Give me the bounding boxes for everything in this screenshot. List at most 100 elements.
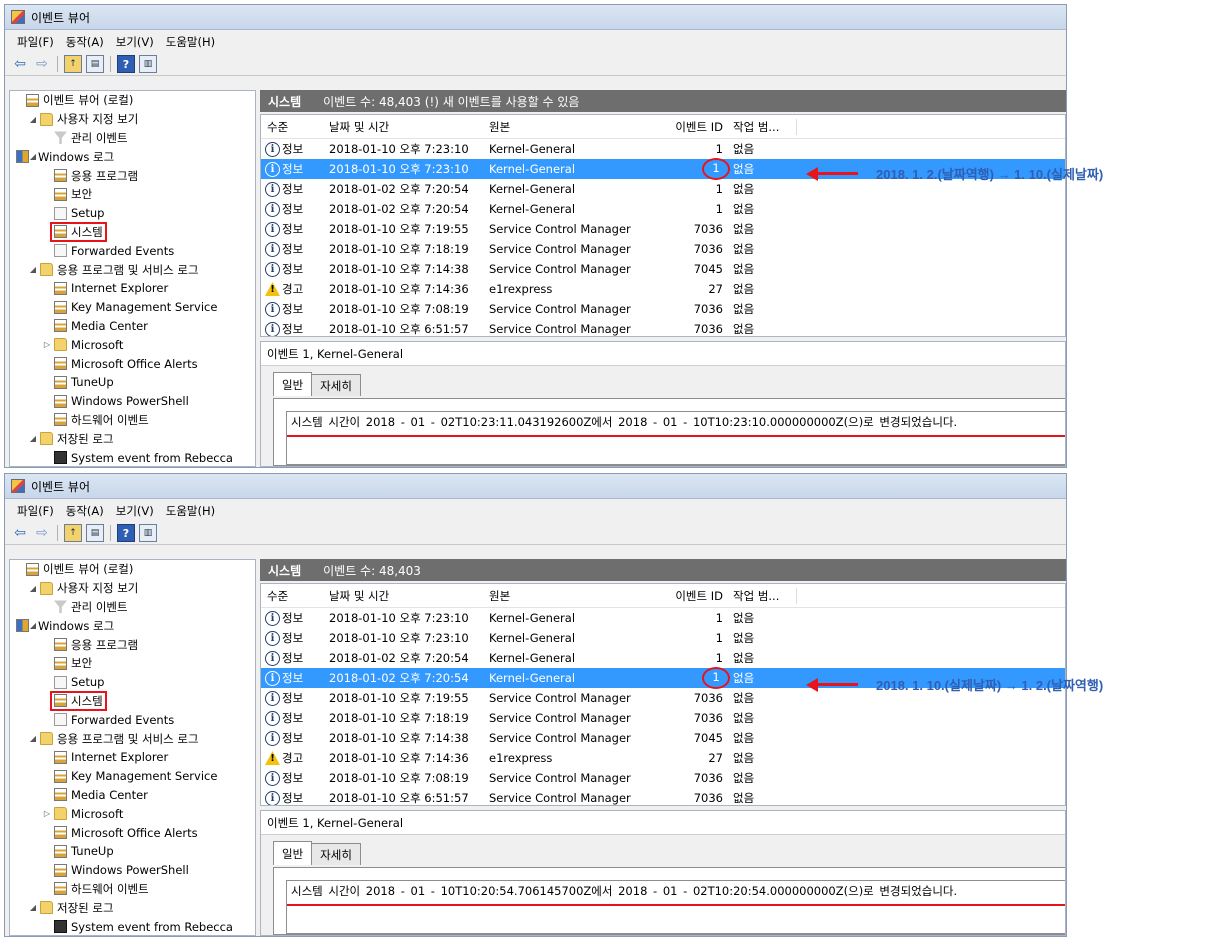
menu-help[interactable]: 도움말(H) (160, 503, 221, 519)
message-box[interactable]: 시스템 시간이 2018 - 01 - 10T10:20:54.70614570… (286, 880, 1065, 934)
tab-general[interactable]: 일반 (273, 841, 313, 865)
tree-item[interactable]: Internet Explorer (10, 748, 255, 767)
tree-item[interactable]: TuneUp (10, 842, 255, 861)
show-hide-action-pane-icon[interactable]: ▥ (139, 524, 157, 542)
event-row[interactable]: i 정보 2018-01-10 오후 6:51:57 Service Control … (261, 788, 1065, 805)
tree-item[interactable]: 이벤트 뷰어 (로컬) (10, 91, 255, 110)
menu-view[interactable]: 보기(V) (110, 34, 160, 50)
tree-item[interactable]: Media Center (10, 786, 255, 805)
show-hide-tree-icon[interactable]: ▤ (86, 524, 104, 542)
tree-item[interactable]: 보안 (10, 185, 255, 204)
tree-item[interactable]: Windows PowerShell (10, 861, 255, 880)
column-header-date[interactable]: 날짜 및 시간 (329, 588, 489, 604)
tree-item[interactable]: 이벤트 뷰어 (로컬) (10, 560, 255, 579)
column-header-level[interactable]: 수준 (261, 119, 329, 135)
tree-item[interactable]: Microsoft Office Alerts (10, 823, 255, 842)
back-arrow-icon[interactable]: ⇦ (11, 524, 29, 542)
message-box[interactable]: 시스템 시간이 2018 - 01 - 02T10:23:11.04319260… (286, 411, 1065, 465)
tree-item[interactable]: Forwarded Events (10, 710, 255, 729)
expand-arrow-icon[interactable]: ◢ (28, 584, 38, 593)
event-row[interactable]: i 정보 2018-01-02 오후 7:20:54 Kernel-General 1 없… (261, 199, 1065, 219)
event-row[interactable]: i 정보 2018-01-10 오후 7:18:19 Service Control … (261, 239, 1065, 259)
expand-arrow-icon[interactable]: ◢ (28, 434, 38, 443)
tree-item[interactable]: ◢ 사용자 지정 보기 (10, 110, 255, 129)
column-header-event-id[interactable]: 이벤트 ID (639, 588, 729, 604)
tree-item[interactable]: ▷ Microsoft (10, 335, 255, 354)
tree-item[interactable]: ◢ 응용 프로그램 및 서비스 로그 (10, 729, 255, 748)
tree-item[interactable]: 보안 (10, 654, 255, 673)
tree-item[interactable]: TuneUp (10, 373, 255, 392)
help-icon[interactable]: ? (117, 55, 135, 73)
tree-item[interactable]: 하드웨어 이벤트 (10, 411, 255, 430)
expand-arrow-icon[interactable]: ◢ (28, 621, 38, 630)
event-row[interactable]: i 정보 2018-01-10 오후 7:23:10 Kernel-General 1 없… (261, 628, 1065, 648)
tree-item[interactable]: 응용 프로그램 (10, 635, 255, 654)
menu-view[interactable]: 보기(V) (110, 503, 160, 519)
show-hide-action-pane-icon[interactable]: ▥ (139, 55, 157, 73)
expand-arrow-icon[interactable]: ◢ (28, 903, 38, 912)
column-header-task[interactable]: 작업 범... (729, 118, 797, 135)
tree-item[interactable]: System event from Rebecca (10, 448, 255, 466)
tree-item[interactable]: System event from Rebecca (10, 917, 255, 935)
event-row[interactable]: i 정보 2018-01-10 오후 7:19:55 Service Control … (261, 219, 1065, 239)
event-row[interactable]: i 정보 2018-01-10 오후 7:14:38 Service Control … (261, 728, 1065, 748)
tree-item[interactable]: ◢ 응용 프로그램 및 서비스 로그 (10, 260, 255, 279)
tree-item[interactable]: Media Center (10, 317, 255, 336)
column-header-date[interactable]: 날짜 및 시간 (329, 119, 489, 135)
tree-item[interactable]: 하드웨어 이벤트 (10, 880, 255, 899)
tree-item[interactable]: Windows PowerShell (10, 392, 255, 411)
tree-item[interactable]: Forwarded Events (10, 241, 255, 260)
event-row[interactable]: i 정보 2018-01-10 오후 7:23:10 Kernel-General 1 없… (261, 139, 1065, 159)
expand-arrow-icon[interactable]: ▷ (42, 809, 52, 818)
menu-file[interactable]: 파일(F) (11, 503, 60, 519)
column-header-source[interactable]: 원본 (489, 588, 639, 604)
event-row[interactable]: i 정보 2018-01-10 오후 7:23:10 Kernel-General 1 없… (261, 608, 1065, 628)
menu-file[interactable]: 파일(F) (11, 34, 60, 50)
tree-item[interactable]: Internet Explorer (10, 279, 255, 298)
tree-item[interactable]: ◢ Windows 로그 (10, 616, 255, 635)
expand-arrow-icon[interactable]: ◢ (28, 265, 38, 274)
expand-arrow-icon[interactable]: ◢ (28, 115, 38, 124)
tree-item[interactable]: ◢ 저장된 로그 (10, 429, 255, 448)
tree-item[interactable]: ▷ Microsoft (10, 804, 255, 823)
expand-arrow-icon[interactable]: ▷ (42, 340, 52, 349)
tree-item[interactable]: ◢ Windows 로그 (10, 147, 255, 166)
column-header-task[interactable]: 작업 범... (729, 587, 797, 604)
tree-item[interactable]: 시스템 (10, 221, 255, 242)
menu-action[interactable]: 동작(A) (60, 34, 110, 50)
expand-arrow-icon[interactable]: ◢ (28, 734, 38, 743)
tree-item[interactable]: Microsoft Office Alerts (10, 354, 255, 373)
tree-item[interactable]: 응용 프로그램 (10, 166, 255, 185)
event-row[interactable]: i 정보 2018-01-10 오후 7:14:38 Service Control … (261, 259, 1065, 279)
tab-details[interactable]: 자세히 (311, 374, 361, 396)
forward-arrow-icon[interactable]: ⇨ (33, 55, 51, 73)
event-row[interactable]: i 정보 2018-01-10 오후 7:08:19 Service Control … (261, 768, 1065, 788)
tree-item[interactable]: ◢ 사용자 지정 보기 (10, 579, 255, 598)
event-row[interactable]: i 정보 2018-01-10 오후 7:08:19 Service Control … (261, 299, 1065, 319)
event-row[interactable]: ! 경고 2018-01-10 오후 7:14:36 e1rexpress 27 없음 (261, 279, 1065, 299)
tree-item[interactable]: Setup (10, 673, 255, 692)
menu-help[interactable]: 도움말(H) (160, 34, 221, 50)
up-folder-icon[interactable]: ↑ (64, 55, 82, 73)
column-header-source[interactable]: 원본 (489, 119, 639, 135)
tree-item[interactable]: Key Management Service (10, 298, 255, 317)
event-row[interactable]: i 정보 2018-01-10 오후 6:51:57 Service Control … (261, 319, 1065, 336)
tree-item[interactable]: 관리 이벤트 (10, 598, 255, 617)
tab-details[interactable]: 자세히 (311, 843, 361, 865)
forward-arrow-icon[interactable]: ⇨ (33, 524, 51, 542)
tree-item[interactable]: 시스템 (10, 690, 255, 711)
column-header-level[interactable]: 수준 (261, 588, 329, 604)
tree-item[interactable]: Setup (10, 204, 255, 223)
column-header-event-id[interactable]: 이벤트 ID (639, 119, 729, 135)
event-row[interactable]: ! 경고 2018-01-10 오후 7:14:36 e1rexpress 27 없음 (261, 748, 1065, 768)
expand-arrow-icon[interactable]: ◢ (28, 152, 38, 161)
tree-item[interactable]: 관리 이벤트 (10, 129, 255, 148)
menu-action[interactable]: 동작(A) (60, 503, 110, 519)
tree-item[interactable]: ◢ 저장된 로그 (10, 898, 255, 917)
back-arrow-icon[interactable]: ⇦ (11, 55, 29, 73)
tab-general[interactable]: 일반 (273, 372, 313, 396)
show-hide-tree-icon[interactable]: ▤ (86, 55, 104, 73)
event-row[interactable]: i 정보 2018-01-10 오후 7:18:19 Service Control … (261, 708, 1065, 728)
event-row[interactable]: i 정보 2018-01-02 오후 7:20:54 Kernel-General 1 없… (261, 648, 1065, 668)
tree-item[interactable]: Key Management Service (10, 767, 255, 786)
